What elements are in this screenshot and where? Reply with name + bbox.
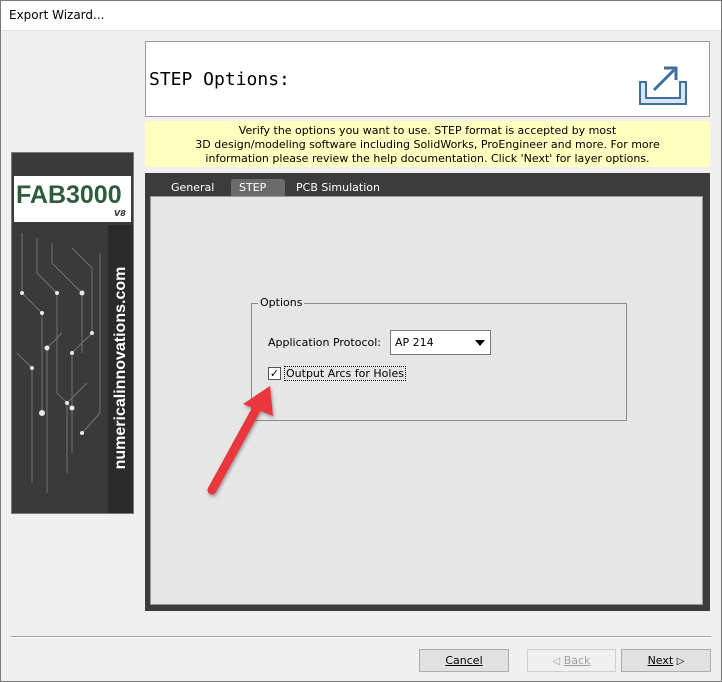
info-banner: Verify the options you want to use. STEP… xyxy=(145,121,710,167)
page-title: STEP Options: xyxy=(149,69,290,90)
options-group-label: Options xyxy=(258,296,305,309)
output-arcs-label[interactable]: Output Arcs for Holes xyxy=(284,366,406,381)
brand-version: V8 xyxy=(114,209,126,218)
button-separator xyxy=(11,636,711,638)
back-label: Back xyxy=(563,654,591,667)
output-arcs-checkbox[interactable]: ✓ xyxy=(268,367,281,380)
protocol-value: AP 214 xyxy=(395,336,434,349)
tab-general[interactable]: General xyxy=(163,179,222,196)
cancel-label: Cancel xyxy=(445,654,483,667)
brand-logo: FAB3000 xyxy=(16,181,122,209)
page-header: STEP Options: xyxy=(145,41,710,117)
logo-panel: FAB3000 V8 numericalinnovations.com xyxy=(11,152,134,514)
window-title: Export Wizard... xyxy=(9,8,105,22)
export-icon xyxy=(639,66,687,105)
options-group: Options Application Protocol: AP 214 ✓ O… xyxy=(251,296,627,421)
chevron-down-icon[interactable] xyxy=(475,340,485,346)
chevron-left-icon: ◁ xyxy=(552,656,561,667)
website-label: numericalinnovations.com xyxy=(112,266,129,470)
tab-step[interactable]: STEP xyxy=(231,179,285,196)
chevron-right-icon: ▷ xyxy=(676,656,685,667)
info-line: 3D design/modeling software including So… xyxy=(195,138,660,151)
annotation-arrow-icon xyxy=(207,386,273,495)
tab-pcb-simulation[interactable]: PCB Simulation xyxy=(288,179,388,196)
next-button[interactable]: Next ▷ xyxy=(621,649,711,672)
cancel-button[interactable]: Cancel xyxy=(419,649,509,672)
protocol-label: Application Protocol: xyxy=(268,336,381,349)
next-label: Next xyxy=(647,654,674,667)
info-line: information please review the help docum… xyxy=(205,152,650,165)
back-button[interactable]: ◁ Back xyxy=(527,649,616,672)
title-bar: Export Wizard... xyxy=(0,0,722,31)
protocol-select[interactable]: AP 214 xyxy=(390,330,491,355)
info-line: Verify the options you want to use. STEP… xyxy=(238,124,617,137)
